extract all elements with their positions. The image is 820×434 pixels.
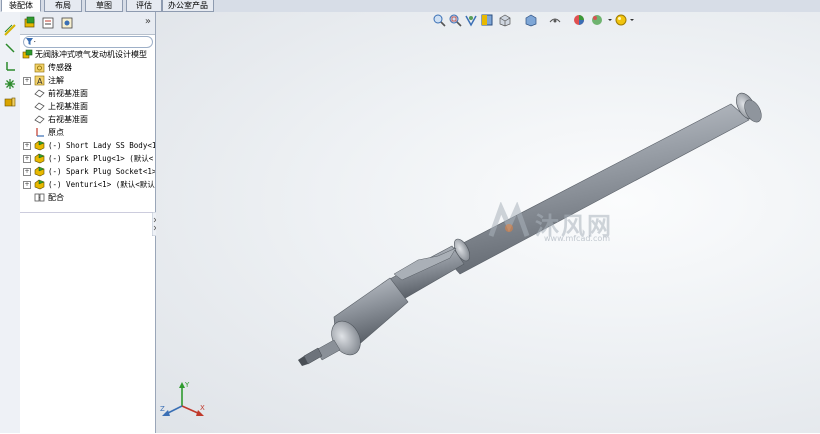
mates-icon — [34, 193, 45, 202]
tree-item-label: 前视基准面 — [48, 89, 88, 98]
left-icon-strip — [0, 12, 21, 433]
tree-item-component[interactable]: + (-) Spark Plug Socket<1> — [20, 165, 155, 178]
tree-item-label: 右视基准面 — [48, 115, 88, 124]
tab-sketch[interactable]: 草图 — [85, 0, 123, 12]
tab-layout[interactable]: 布局 — [44, 0, 82, 12]
tree-item-origin[interactable]: 原点 — [20, 126, 155, 139]
tree-item-label: 注解 — [48, 76, 64, 85]
tree-item-top-plane[interactable]: 上视基准面 — [20, 100, 155, 113]
tree-root-label: 无阀脉冲式喷气发动机设计模型 — [35, 50, 147, 59]
expand-toggle[interactable]: + — [23, 168, 31, 176]
plane-icon — [34, 102, 45, 111]
part-icon — [34, 153, 45, 164]
property-manager-icon[interactable] — [41, 16, 55, 30]
part-icon — [34, 179, 45, 190]
tree-item-component[interactable]: + (-) Venturi<1> (默认<默认 — [20, 178, 155, 191]
part-icon — [34, 166, 45, 177]
svg-text:A: A — [37, 77, 43, 86]
part-icon — [34, 140, 45, 151]
expand-toggle[interactable]: + — [23, 181, 31, 189]
tree-root[interactable]: 无阀脉冲式喷气发动机设计模型 — [22, 48, 155, 61]
configuration-manager-icon[interactable] — [60, 16, 74, 30]
tree-item-label: (-) Spark Plug Socket<1> — [48, 167, 155, 176]
tree-item-annotations[interactable]: + A 注解 — [20, 74, 155, 87]
graphics-viewport[interactable]: 沐风网 www.mfcad.com — [156, 12, 820, 433]
display-pane-icon[interactable] — [4, 96, 16, 108]
tree-item-mates[interactable]: 配合 — [20, 191, 155, 204]
sensor-folder-icon — [34, 63, 45, 73]
origin-icon — [36, 128, 44, 137]
watermark-url: www.mfcad.com — [544, 234, 611, 243]
tree-item-label: (-) Venturi<1> (默认<默认 — [48, 180, 155, 189]
panel-empty-area — [20, 212, 155, 434]
smart-dimension-icon[interactable] — [4, 42, 16, 54]
expand-toggle[interactable]: + — [23, 142, 31, 150]
triad-y-label: Y — [184, 381, 190, 389]
tab-assembly[interactable]: 装配体 — [1, 0, 41, 12]
tab-office-products[interactable]: 办公室产品 — [162, 0, 214, 12]
filter-icon — [26, 38, 36, 45]
feature-tree-icon[interactable] — [23, 16, 37, 30]
plane-icon — [34, 89, 45, 98]
tree-item-front-plane[interactable]: 前视基准面 — [20, 87, 155, 100]
tree-item-label: 上视基准面 — [48, 102, 88, 111]
panel-tab-bar: » — [20, 12, 155, 35]
sketch-line-icon[interactable] — [4, 24, 16, 36]
tree-item-label: (-) Short Lady SS Body<1 — [48, 141, 155, 150]
tree-item-sensors[interactable]: 传感器 — [20, 61, 155, 74]
collapse-panel-button[interactable]: » — [145, 16, 151, 27]
triad-z-label: Z — [160, 405, 165, 413]
feature-manager-panel: » 无阀脉冲式喷气发动机设计模型 传感器 + A 注解 前视基准面 上视基准面 — [20, 12, 156, 434]
expand-toggle[interactable]: + — [23, 155, 31, 163]
triad-x-label: X — [200, 404, 205, 412]
tree-item-label: (-) Spark Plug<1> (默认< — [48, 154, 154, 163]
tab-evaluate[interactable]: 评估 — [126, 0, 162, 12]
tree-filter-input[interactable] — [23, 36, 153, 48]
watermark-logo — [488, 202, 530, 237]
feature-tree: 无阀脉冲式喷气发动机设计模型 传感器 + A 注解 前视基准面 上视基准面 右视… — [20, 48, 155, 218]
tree-item-component[interactable]: + (-) Spark Plug<1> (默认< — [20, 152, 155, 165]
tree-item-component[interactable]: + (-) Short Lady SS Body<1 — [20, 139, 155, 152]
tree-item-right-plane[interactable]: 右视基准面 — [20, 113, 155, 126]
annotation-icon: A — [34, 75, 45, 86]
expand-toggle[interactable]: + — [23, 77, 31, 85]
view-triad: Y X Z — [160, 381, 205, 416]
tree-item-label: 配合 — [48, 193, 64, 202]
coordinate-icon[interactable] — [4, 60, 16, 72]
snowflake-icon[interactable] — [4, 78, 16, 90]
tree-item-label: 传感器 — [48, 63, 72, 72]
plane-icon — [34, 115, 45, 124]
assembly-icon — [22, 49, 33, 59]
tree-item-label: 原点 — [48, 128, 64, 137]
